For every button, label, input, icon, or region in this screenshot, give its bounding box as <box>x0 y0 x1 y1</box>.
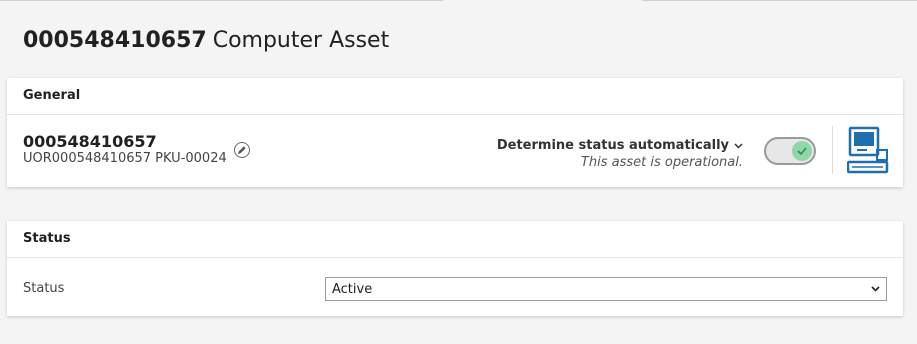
top-border-gap <box>443 0 642 2</box>
status-select-value: Active <box>332 281 373 297</box>
asset-subtitle: UOR000548410657 PKU-00024 <box>23 151 227 166</box>
status-note: This asset is operational. <box>580 155 743 170</box>
check-icon <box>797 147 807 155</box>
status-auto-label: Determine status automatically <box>496 138 729 153</box>
chevron-down-icon <box>871 286 880 292</box>
pencil-icon <box>238 146 246 154</box>
status-toggle[interactable] <box>764 137 816 165</box>
status-field-label: Status <box>23 281 65 296</box>
chevron-down-icon <box>734 142 743 149</box>
page-title-type: Computer Asset <box>212 28 390 53</box>
status-select[interactable]: Active <box>325 277 887 301</box>
status-header: Status <box>7 221 903 258</box>
vertical-divider <box>832 126 833 174</box>
computer-icon <box>847 126 889 174</box>
general-card: General 000548410657 UOR000548410657 PKU… <box>7 78 903 187</box>
status-auto-dropdown[interactable]: Determine status automatically <box>497 138 743 153</box>
asset-id: 000548410657 <box>23 132 157 151</box>
edit-button[interactable] <box>234 142 250 158</box>
toggle-knob <box>792 141 812 161</box>
page-title-id: 000548410657 <box>23 28 207 53</box>
page-title: 000548410657 Computer Asset <box>23 28 389 53</box>
general-header: General <box>7 78 903 115</box>
status-card: Status Status Active <box>7 221 903 316</box>
status-auto: Determine status automatically This asse… <box>497 134 743 170</box>
